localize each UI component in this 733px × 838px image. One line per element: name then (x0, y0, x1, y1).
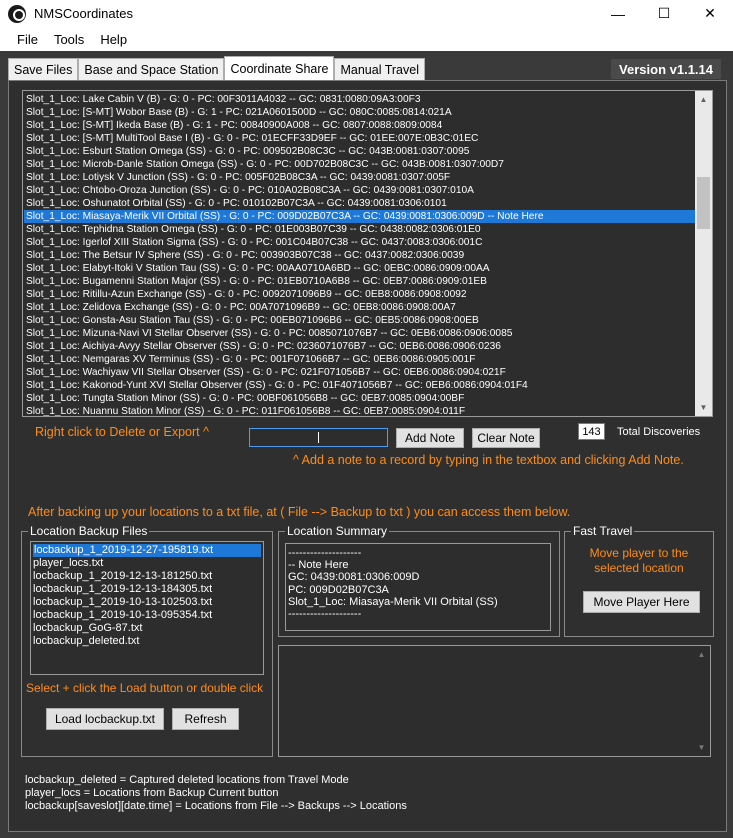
menu-help[interactable]: Help (92, 32, 135, 47)
maximize-button[interactable]: ☐ (641, 0, 687, 27)
tab-save-files[interactable]: Save Files (8, 58, 79, 80)
output-textbox[interactable]: ▲ ▼ (278, 645, 711, 757)
locations-scrollbar[interactable]: ▲ ▼ (695, 91, 712, 416)
summary-line: -- Note Here (288, 559, 349, 572)
menu-tools[interactable]: Tools (46, 32, 92, 47)
location-summary-group-label: Location Summary (285, 524, 390, 538)
output-scroll-up-icon[interactable]: ▲ (693, 646, 710, 663)
backup-file-item[interactable]: player_locs.txt (31, 557, 263, 570)
title-bar: NMSCoordinates — ☐ ✕ (0, 0, 733, 27)
backup-file-item[interactable]: locbackup_1_2019-12-13-181250.txt (31, 570, 263, 583)
fast-travel-description: Move player to the selected location (589, 546, 689, 575)
output-scroll-down-icon[interactable]: ▼ (693, 739, 710, 756)
location-row[interactable]: Slot_1_Loc: Aichiya-Avyy Stellar Observe… (24, 340, 695, 353)
clear-note-button[interactable]: Clear Note (472, 428, 540, 448)
summary-line: -------------------- (288, 608, 362, 621)
legend-line-deleted: locbackup_deleted = Captured deleted loc… (25, 774, 349, 786)
location-row[interactable]: Slot_1_Loc: Bugamenni Station Major (SS)… (24, 275, 695, 288)
location-row[interactable]: Slot_1_Loc: Gonsta-Asu Station Tau (SS) … (24, 314, 695, 327)
discoveries-label: Total Discoveries (617, 426, 701, 438)
minimize-button[interactable]: — (595, 0, 641, 27)
location-row[interactable]: Slot_1_Loc: Nemgaras XV Terminus (SS) - … (24, 353, 695, 366)
fast-travel-group-label: Fast Travel (571, 524, 635, 538)
text-caret (318, 432, 319, 443)
tab-manual-travel[interactable]: Manual Travel (334, 58, 425, 80)
app-logo-icon (8, 4, 26, 23)
location-row[interactable]: Slot_1_Loc: Mizuna-Navi VI Stellar Obser… (24, 327, 695, 340)
load-backup-button[interactable]: Load locbackup.txt (46, 708, 164, 730)
location-row[interactable]: Slot_1_Loc: Lake Cabin V (B) - G: 0 - PC… (24, 93, 695, 106)
location-row[interactable]: Slot_1_Loc: Chtobo-Oroza Junction (SS) -… (24, 184, 695, 197)
location-row[interactable]: Slot_1_Loc: Igerlof XIII Station Sigma (… (24, 236, 695, 249)
summary-line: GC: 0439:0081:0306:009D (288, 571, 420, 584)
tab-coordinate-share[interactable]: Coordinate Share (224, 56, 335, 80)
location-row[interactable]: Slot_1_Loc: Ritillu-Azun Exchange (SS) -… (24, 288, 695, 301)
legend-line-player-locs: player_locs = Locations from Backup Curr… (25, 787, 279, 799)
location-row[interactable]: Slot_1_Loc: The Betsur IV Sphere (SS) - … (24, 249, 695, 262)
select-load-hint: Select + click the Load button or double… (26, 681, 264, 695)
location-row[interactable]: Slot_1_Loc: Tungta Station Minor (SS) - … (24, 392, 695, 405)
backup-file-item[interactable]: locbackup_1_2019-10-13-102503.txt (31, 596, 263, 609)
backup-files-group-label: Location Backup Files (28, 524, 150, 538)
backup-files-list[interactable]: locbackup_1_2019-12-27-195819.txt player_… (30, 541, 264, 675)
tab-strip: Save Files Base and Space Station Coordi… (8, 56, 425, 80)
backup-file-item[interactable]: locbackup_1_2019-10-13-095354.txt (31, 609, 263, 622)
location-row[interactable]: Slot_1_Loc: [S-MT] Wobor Base (B) - G: 1… (24, 106, 695, 119)
scroll-thumb[interactable] (697, 177, 710, 229)
right-click-hint: Right click to Delete or Export ^ (35, 425, 209, 439)
backup-file-item[interactable]: locbackup_1_2019-12-13-184305.txt (31, 583, 263, 596)
location-summary-box: -------------------- -- Note Here GC: 04… (285, 543, 551, 631)
menu-file[interactable]: File (9, 32, 46, 47)
location-row[interactable]: Slot_1_Loc: Lotiysk V Junction (SS) - G:… (24, 171, 695, 184)
note-input[interactable] (249, 428, 388, 447)
location-row[interactable]: Slot_1_Loc: Wachiyaw VII Stellar Observe… (24, 366, 695, 379)
summary-line: -------------------- (288, 547, 362, 559)
summary-line: PC: 009D02B07C3A (288, 583, 389, 596)
discoveries-count: 143 (578, 423, 605, 440)
backup-file-item[interactable]: locbackup_1_2019-12-27-195819.txt (33, 544, 261, 557)
menu-bar: File Tools Help (0, 27, 733, 51)
locations-rows: Slot_1_Loc: Lake Cabin V (B) - G: 0 - PC… (24, 93, 695, 416)
location-row[interactable]: Slot_1_Loc: Elabyt-Itoki V Station Tau (… (24, 262, 695, 275)
locations-list[interactable]: Slot_1_Loc: Lake Cabin V (B) - G: 0 - PC… (22, 90, 713, 417)
location-row[interactable]: Slot_1_Loc: Zelidova Exchange (SS) - G: … (24, 301, 695, 314)
location-row[interactable]: Slot_1_Loc: Oshunatot Orbital (SS) - G: … (24, 197, 695, 210)
legend-line-backup-format: locbackup[saveslot][date.time] = Locatio… (25, 800, 407, 812)
location-row[interactable]: Slot_1_Loc: [S-MT] MultiTool Base I (B) … (24, 132, 695, 145)
location-row[interactable]: Slot_1_Loc: [S-MT] Ikeda Base (B) - G: 1… (24, 119, 695, 132)
close-button[interactable]: ✕ (687, 0, 733, 27)
location-row[interactable]: Slot_1_Loc: Microb-Danle Station Omega (… (24, 158, 695, 171)
scroll-up-arrow-icon[interactable]: ▲ (695, 91, 712, 108)
location-row[interactable]: Slot_1_Loc: Esburt Station Omega (SS) - … (24, 145, 695, 158)
location-row[interactable]: Slot_1_Loc: Tephidna Station Omega (SS) … (24, 223, 695, 236)
backup-file-item[interactable]: locbackup_GoG-87.txt (31, 622, 263, 635)
version-label: Version v1.1.14 (611, 59, 721, 79)
location-row[interactable]: Slot_1_Loc: Kakonod-Yunt XVI Stellar Obs… (24, 379, 695, 392)
tab-base-and-space-station[interactable]: Base and Space Station (78, 58, 225, 80)
window-title: NMSCoordinates (34, 6, 133, 21)
location-row[interactable]: Slot_1_Loc: Miasaya-Merik VII Orbital (S… (24, 210, 695, 223)
add-note-button[interactable]: Add Note (396, 428, 464, 448)
backup-info-text: After backing up your locations to a txt… (28, 505, 571, 519)
refresh-button[interactable]: Refresh (172, 708, 239, 730)
output-scrollbar[interactable]: ▲ ▼ (693, 646, 710, 756)
summary-line: Slot_1_Loc: Miasaya-Merik VII Orbital (S… (288, 595, 498, 608)
backup-file-item[interactable]: locbackup_deleted.txt (31, 635, 263, 648)
move-player-button[interactable]: Move Player Here (583, 591, 700, 613)
add-note-hint: ^ Add a note to a record by typing in th… (293, 453, 684, 467)
scroll-down-arrow-icon[interactable]: ▼ (695, 399, 712, 416)
location-row[interactable]: Slot_1_Loc: Nuannu Station Minor (SS) - … (24, 405, 695, 416)
